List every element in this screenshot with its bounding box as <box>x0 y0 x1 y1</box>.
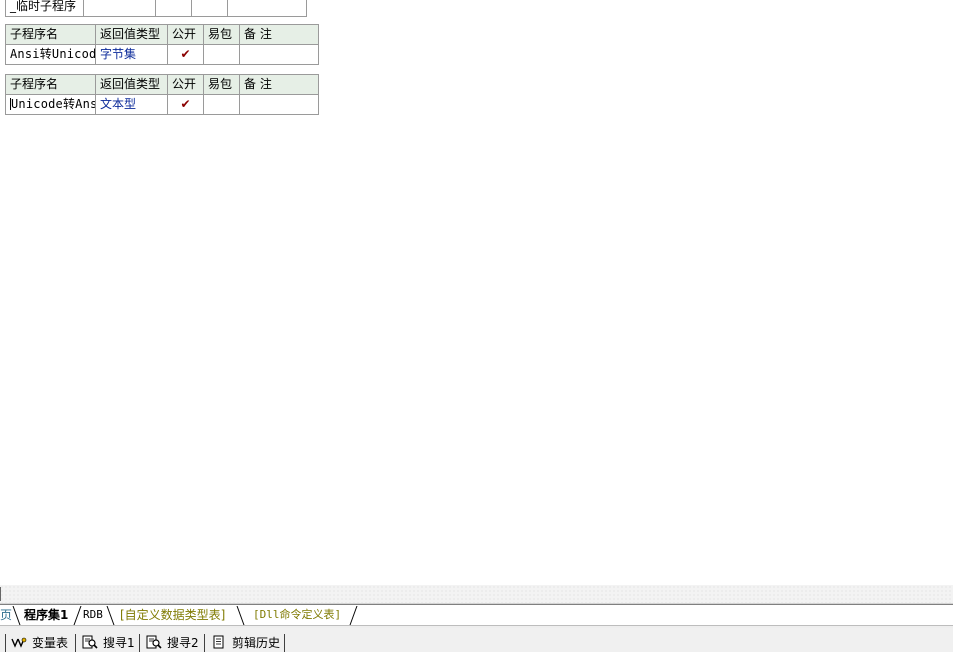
remark-cell[interactable] <box>239 94 319 115</box>
clipboard-history-label: 剪辑历史 <box>232 636 281 650</box>
horizontal-scrollbar[interactable] <box>0 585 953 604</box>
header-remark: 备 注 <box>239 74 319 95</box>
tab-rdb[interactable]: RDB <box>83 605 103 625</box>
header-remark: 备 注 <box>239 24 319 45</box>
tab-custom-data-types[interactable]: [自定义数据类型表] <box>120 605 225 625</box>
table-row[interactable]: Unicode转Ansi 文本型 ✔ <box>5 94 319 115</box>
variable-table-icon <box>11 637 27 648</box>
return-type-cell[interactable]: 字节集 <box>95 44 168 65</box>
tab-separator <box>236 606 245 625</box>
public-cell[interactable] <box>155 0 192 17</box>
easy-package-cell[interactable] <box>191 0 228 17</box>
remark-cell[interactable] <box>239 44 319 65</box>
header-return-type: 返回值类型 <box>95 74 168 95</box>
table-header-row: 子程序名 返回值类型 公开 易包 备 注 <box>5 24 319 45</box>
toolbar-separator <box>204 634 205 652</box>
header-easy-package: 易包 <box>203 24 240 45</box>
search-2-label: 搜寻2 <box>167 636 199 650</box>
scroll-left-edge <box>0 587 1 601</box>
search-2-icon <box>146 635 162 649</box>
tab-program-set-1[interactable]: 程序集1 <box>24 605 68 625</box>
toolbar-separator <box>139 634 140 652</box>
clipboard-history-button[interactable]: 剪辑历史 <box>211 634 280 652</box>
header-subroutine-name: 子程序名 <box>5 74 96 95</box>
header-return-type: 返回值类型 <box>95 24 168 45</box>
header-public: 公开 <box>167 74 204 95</box>
tab-separator <box>73 606 82 625</box>
remark-cell[interactable] <box>227 0 307 17</box>
toolbar-separator <box>75 634 76 652</box>
subroutine-name-cell[interactable]: Ansi转Unicode <box>5 44 96 65</box>
table-row[interactable]: Ansi转Unicode 字节集 ✔ <box>5 44 319 65</box>
tab-separator <box>12 606 21 625</box>
subroutine-table-ansi-to-unicode: 子程序名 返回值类型 公开 易包 备 注 Ansi转Unicode 字节集 ✔ <box>5 24 319 65</box>
bottom-panel-toolbar: 变量表 搜寻1 搜寻2 剪辑历史 <box>0 628 953 652</box>
subroutine-name-text: Unicode转Ansi <box>11 97 96 111</box>
header-public: 公开 <box>167 24 204 45</box>
header-easy-package: 易包 <box>203 74 240 95</box>
table-row[interactable]: _临时子程序 <box>5 0 307 17</box>
search-1-icon <box>82 635 98 649</box>
return-type-cell[interactable] <box>83 0 156 17</box>
search-1-label: 搜寻1 <box>103 636 135 650</box>
variable-table-button[interactable]: 变量表 <box>11 634 68 652</box>
public-check-icon[interactable]: ✔ <box>167 44 204 65</box>
subroutine-table-unicode-to-ansi: 子程序名 返回值类型 公开 易包 备 注 Unicode转Ansi 文本型 ✔ <box>5 74 319 115</box>
table-header-row: 子程序名 返回值类型 公开 易包 备 注 <box>5 74 319 95</box>
easy-package-cell[interactable] <box>203 44 240 65</box>
tab-bar: 页 程序集1 RDB [自定义数据类型表] [Dll命令定义表] <box>0 604 953 626</box>
subroutine-name-cell-with-caret[interactable]: Unicode转Ansi <box>5 94 96 115</box>
header-subroutine-name: 子程序名 <box>5 24 96 45</box>
search-2-button[interactable]: 搜寻2 <box>146 634 199 652</box>
toolbar-separator <box>5 634 6 652</box>
tab-separator <box>106 606 115 625</box>
partial-subroutine-table: _临时子程序 <box>5 0 307 17</box>
tab-dll-commands[interactable]: [Dll命令定义表] <box>253 605 341 625</box>
tab-separator <box>349 606 358 625</box>
toolbar-separator <box>284 634 285 652</box>
public-check-icon[interactable]: ✔ <box>167 94 204 115</box>
search-1-button[interactable]: 搜寻1 <box>82 634 135 652</box>
subroutine-name-cell[interactable]: _临时子程序 <box>5 0 84 17</box>
code-editor[interactable]: _临时子程序 子程序名 返回值类型 公开 易包 备 注 Ansi转Unicode <box>0 0 953 586</box>
return-type-cell[interactable]: 文本型 <box>95 94 168 115</box>
tab-page[interactable]: 页 <box>0 605 12 625</box>
variable-table-label: 变量表 <box>32 636 69 650</box>
clipboard-history-icon <box>213 635 224 649</box>
easy-package-cell[interactable] <box>203 94 240 115</box>
ide-window: _临时子程序 子程序名 返回值类型 公开 易包 备 注 Ansi转Unicode <box>0 0 953 652</box>
